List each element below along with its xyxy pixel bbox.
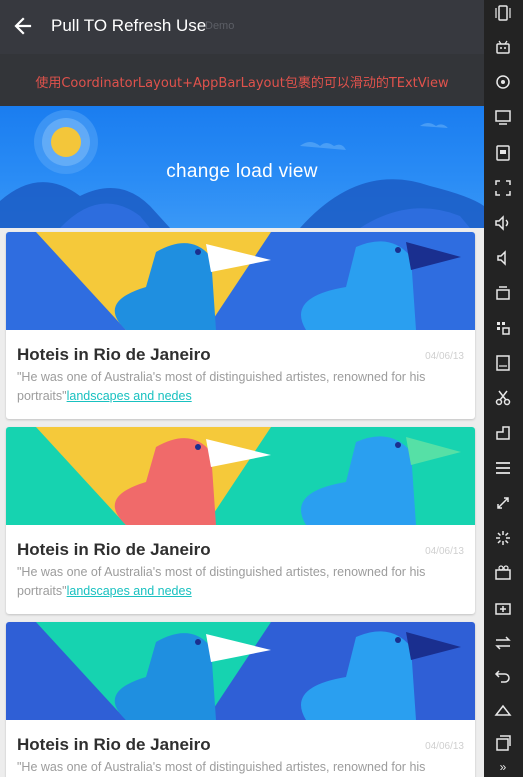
volume-up-icon[interactable] xyxy=(492,212,514,234)
volume-down-icon[interactable] xyxy=(492,247,514,269)
swap-icon[interactable] xyxy=(492,632,514,654)
window-icon[interactable] xyxy=(492,422,514,444)
page-subtitle: Demo xyxy=(205,20,235,32)
card-link[interactable]: landscapes and nedes xyxy=(67,584,192,598)
card-image xyxy=(6,622,475,720)
card-date: 04/06/13 xyxy=(425,741,464,752)
fullscreen-icon[interactable] xyxy=(492,177,514,199)
app-bar: Pull TO Refresh Use Demo xyxy=(0,0,484,54)
phone-screen: Pull TO Refresh Use Demo 使用CoordinatorLa… xyxy=(0,0,484,777)
emulator-toolbar: » xyxy=(484,0,523,777)
card-body: "He was one of Australia's most of disti… xyxy=(17,758,467,777)
article-card[interactable]: Hoteis in Rio de Janeiro 04/06/13 "He wa… xyxy=(6,622,475,777)
keyboard-icon[interactable] xyxy=(492,597,514,619)
scroll-banner: 使用CoordinatorLayout+AppBarLayout包裹的可以滑动的… xyxy=(0,54,484,106)
card-link[interactable]: landscapes and nedes xyxy=(67,389,192,403)
expand-icon[interactable]: » xyxy=(492,760,514,774)
home-icon[interactable] xyxy=(492,699,514,721)
phone-rotate-icon[interactable] xyxy=(492,2,514,24)
article-card[interactable]: Hoteis in Rio de Janeiro 04/06/13 "He wa… xyxy=(6,232,475,419)
card-title: Hoteis in Rio de Janeiro xyxy=(17,345,211,364)
card-text: "He was one of Australia's most of disti… xyxy=(17,760,426,774)
card-image xyxy=(6,427,475,525)
camera-icon[interactable] xyxy=(492,562,514,584)
grid-icon[interactable] xyxy=(492,317,514,339)
change-load-view-label: change load view xyxy=(166,161,318,182)
scissors-icon[interactable] xyxy=(492,387,514,409)
location-icon[interactable] xyxy=(492,72,514,94)
arrow-left-icon[interactable] xyxy=(12,14,34,38)
resize-icon[interactable] xyxy=(492,492,514,514)
device-icon[interactable] xyxy=(492,142,514,164)
refresh-header: change load view xyxy=(0,106,484,228)
recent-icon[interactable] xyxy=(492,732,514,754)
card-title: Hoteis in Rio de Janeiro xyxy=(17,540,211,559)
banner-text: 使用CoordinatorLayout+AppBarLayout包裹的可以滑动的… xyxy=(35,76,449,91)
page-title: Pull TO Refresh Use xyxy=(51,16,207,35)
card-image xyxy=(6,232,475,330)
card-body: "He was one of Australia's most of disti… xyxy=(17,563,467,601)
card-date: 04/06/13 xyxy=(425,546,464,557)
screen-icon[interactable] xyxy=(492,106,514,128)
apk-icon[interactable] xyxy=(492,352,514,374)
menu-icon[interactable] xyxy=(492,457,514,479)
article-card[interactable]: Hoteis in Rio de Janeiro 04/06/13 "He wa… xyxy=(6,427,475,614)
android-icon[interactable] xyxy=(492,36,514,58)
back-icon[interactable] xyxy=(492,664,514,686)
loading-icon[interactable] xyxy=(492,527,514,549)
card-body: "He was one of Australia's most of disti… xyxy=(17,368,467,406)
card-date: 04/06/13 xyxy=(425,351,464,362)
stack-icon[interactable] xyxy=(492,282,514,304)
card-title: Hoteis in Rio de Janeiro xyxy=(17,735,211,754)
